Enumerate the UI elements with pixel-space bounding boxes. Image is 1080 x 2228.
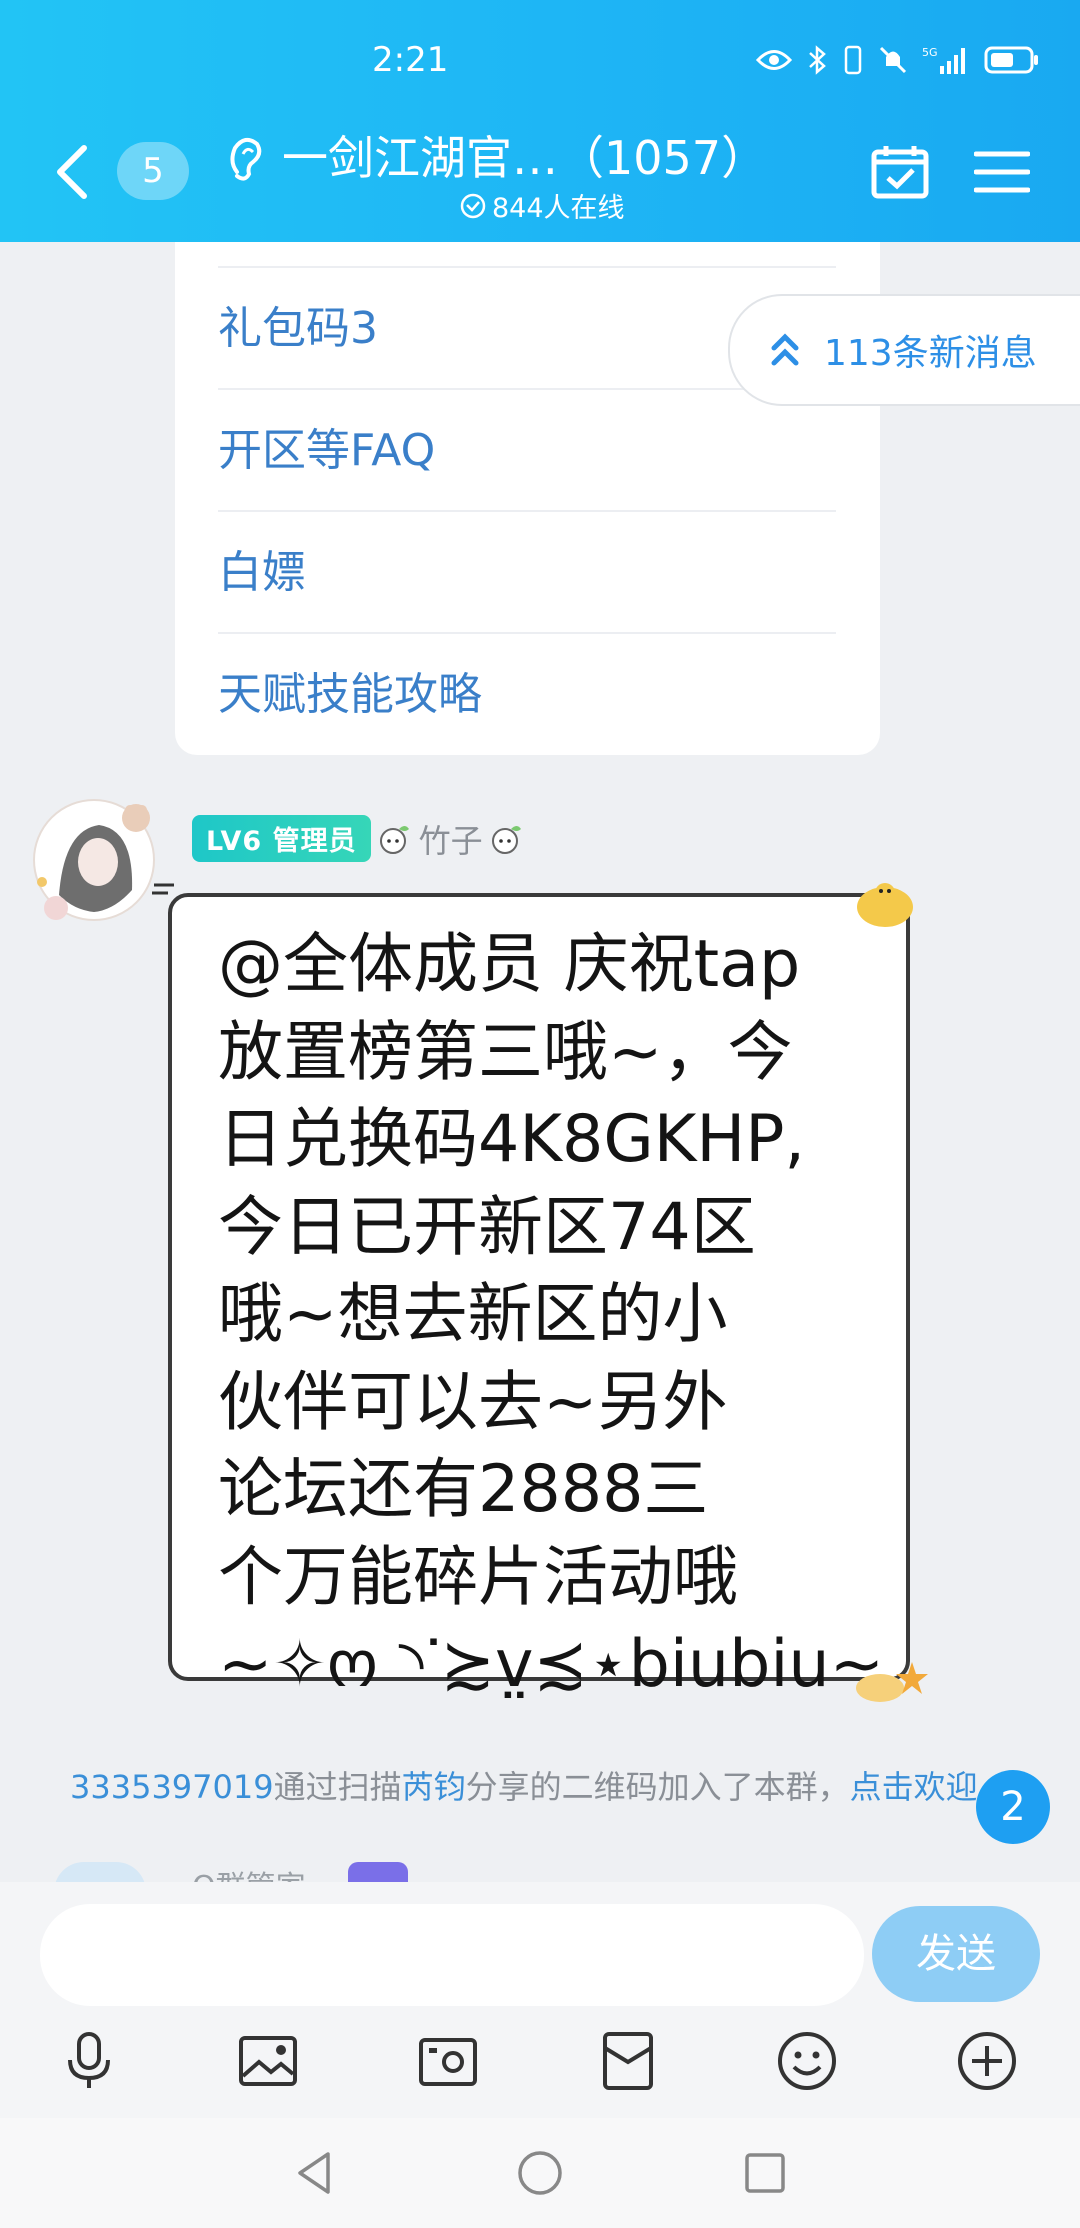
double-chevron-up-icon <box>771 333 799 366</box>
mention-count-badge[interactable]: 2 <box>976 1770 1050 1844</box>
image-icon[interactable] <box>237 2030 299 2092</box>
sender-name[interactable]: 竹子 <box>419 816 483 862</box>
input-area: 发送 <box>0 1882 1080 2118</box>
plus-icon[interactable] <box>956 2030 1018 2092</box>
inviter-name[interactable]: 芮钧 <box>402 1768 466 1806</box>
chat-header: 2:21 5G 5 一剑江湖官…（1057） 844人在线 <box>0 0 1080 242</box>
avatar[interactable] <box>24 790 164 930</box>
eye-icon <box>756 50 792 70</box>
microphone-icon[interactable] <box>58 2030 120 2092</box>
bubble-corner-decoration <box>152 883 174 895</box>
battery-icon <box>984 46 1038 74</box>
vibrate-icon <box>844 45 862 75</box>
sprout-face-icon <box>379 825 409 854</box>
status-time: 2:21 <box>372 40 449 80</box>
system-nav-bar <box>0 2118 1080 2228</box>
status-icons: 5G <box>756 44 1040 76</box>
menu-item-freebies[interactable]: 白嫖 <box>218 510 836 632</box>
menu-item-talent-guide[interactable]: 天赋技能攻略 <box>218 632 836 754</box>
svg-text:5G: 5G <box>922 46 938 59</box>
join-text-2: 分享的二维码加入了本群， <box>465 1768 850 1806</box>
new-messages-label: 113条新消息 <box>824 333 1037 374</box>
online-check-icon <box>460 193 486 218</box>
star-sticker-icon <box>856 1662 928 1702</box>
new-messages-button[interactable]: 113条新消息 <box>728 294 1080 406</box>
joined-user-id[interactable]: 3335397019 <box>70 1768 274 1806</box>
message-bubble[interactable]: @全体成员 庆祝tap 放置榜第三哦~，今 日兑换码4K8GKHP, 今日已开新… <box>168 893 910 1702</box>
duck-sticker-icon <box>857 883 913 927</box>
join-notice: 3335397019通过扫描芮钧分享的二维码加入了本群，点击欢迎 <box>70 1762 1020 1808</box>
send-button[interactable]: 发送 <box>872 1906 1040 2002</box>
signal-icon: 5G <box>922 46 965 74</box>
back-triangle-icon[interactable] <box>290 2148 340 2198</box>
back-chevron-icon[interactable] <box>52 142 92 202</box>
sender-row: LV6 管理员 竹子 <box>192 815 523 862</box>
online-count: 844人在线 <box>492 193 625 224</box>
chat-title[interactable]: 一剑江湖官…（1057） <box>282 122 767 188</box>
home-circle-icon[interactable] <box>515 2148 565 2198</box>
camera-icon[interactable] <box>417 2030 479 2092</box>
unread-count-badge[interactable]: 5 <box>117 142 189 200</box>
hamburger-menu-icon[interactable] <box>974 148 1030 196</box>
menu-item-server-faq[interactable]: 开区等FAQ <box>218 388 836 510</box>
ear-icon <box>230 137 262 181</box>
recents-square-icon[interactable] <box>740 2148 790 2198</box>
bluetooth-icon <box>809 45 826 75</box>
message-text: @全体成员 庆祝tap 放置榜第三哦~，今 日兑换码4K8GKHP, 今日已开新… <box>218 927 885 1702</box>
calendar-check-icon[interactable] <box>870 142 930 202</box>
online-status: 844人在线 <box>460 186 625 225</box>
welcome-link[interactable]: 点击欢迎 <box>850 1768 978 1806</box>
red-packet-icon[interactable] <box>597 2030 659 2092</box>
sprout-face-icon <box>491 825 521 854</box>
mute-bell-icon <box>879 46 907 74</box>
emoji-icon[interactable] <box>776 2030 838 2092</box>
join-text-1: 通过扫描 <box>273 1768 402 1806</box>
bot-badge-icon <box>348 1862 408 1882</box>
message-input[interactable] <box>40 1904 864 2006</box>
member-level-badge: LV6 管理员 <box>192 815 371 862</box>
